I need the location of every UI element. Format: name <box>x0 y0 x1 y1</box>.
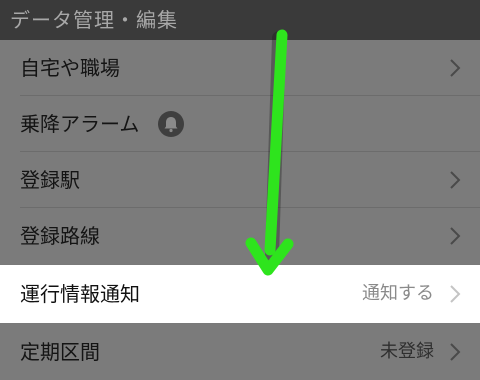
row-label: 乗降アラーム <box>20 112 140 136</box>
chevron-right-icon <box>448 284 462 304</box>
row-boarding-alarm[interactable]: 乗降アラーム <box>0 96 480 152</box>
row-label: 運行情報通知 <box>20 282 140 306</box>
section-header: データ管理・編集 <box>0 0 480 40</box>
row-home-work[interactable]: 自宅や職場 <box>0 40 480 96</box>
row-registered-stations[interactable]: 登録駅 <box>0 152 480 208</box>
row-label: 登録路線 <box>20 224 100 248</box>
row-value: 通知する <box>362 283 434 304</box>
row-label: 登録駅 <box>20 168 80 192</box>
chevron-right-icon <box>448 170 462 190</box>
row-service-notification[interactable]: 運行情報通知 通知する <box>0 265 480 323</box>
chevron-right-icon <box>448 342 462 362</box>
row-registered-routes[interactable]: 登録路線 <box>0 208 480 264</box>
row-label: 自宅や職場 <box>20 56 120 80</box>
chevron-right-icon <box>448 226 462 246</box>
settings-screen: データ管理・編集 自宅や職場 乗降アラーム 登録駅 登録路線 運行情報通知 通知… <box>0 0 480 380</box>
row-value: 未登録 <box>380 341 434 362</box>
row-label: 定期区間 <box>20 340 100 364</box>
row-commuter-pass[interactable]: 定期区間 未登録 <box>0 324 480 380</box>
bell-icon <box>158 111 184 137</box>
chevron-right-icon <box>448 58 462 78</box>
